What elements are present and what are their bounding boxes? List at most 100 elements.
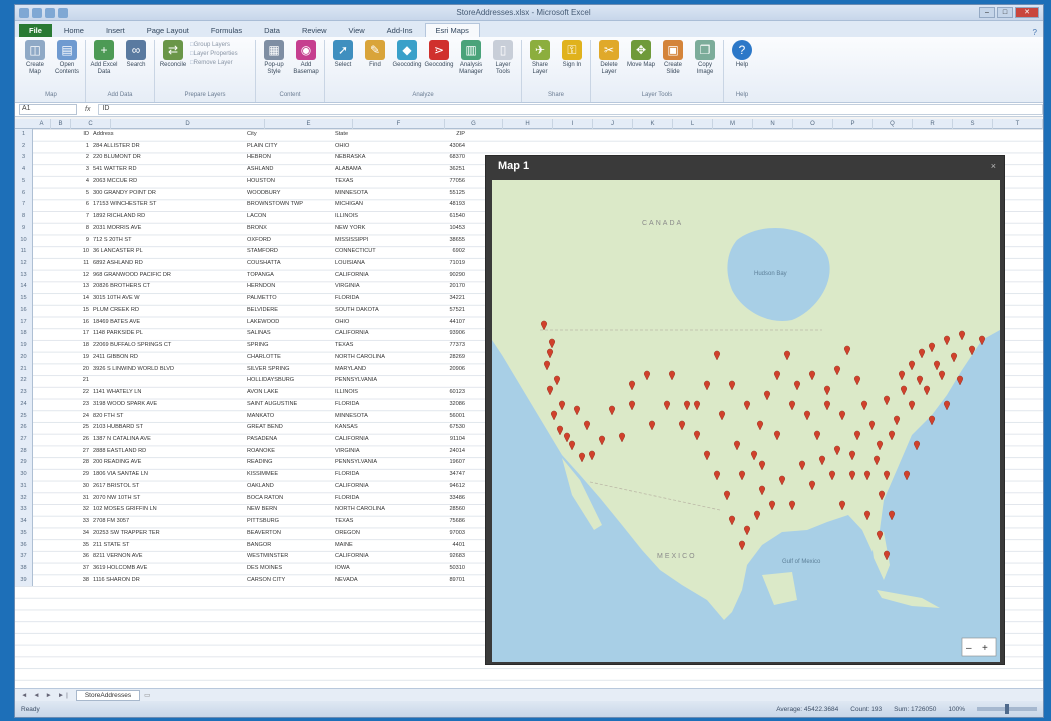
cell[interactable]: 28: [53, 457, 91, 469]
cell[interactable]: 2708 FM 3057: [93, 516, 243, 528]
cell[interactable]: 97003: [427, 528, 465, 540]
table-row[interactable]: 25 24 820 FTH ST MANKATO MINNESOTA 56001: [15, 410, 485, 423]
search-button[interactable]: ∞ Search: [121, 40, 151, 92]
cell[interactable]: 68370: [427, 152, 465, 164]
cell[interactable]: 43064: [427, 141, 465, 153]
cell[interactable]: FLORIDA: [335, 399, 425, 411]
cell[interactable]: GREAT BEND: [247, 422, 333, 434]
row-number[interactable]: 5: [15, 175, 33, 188]
table-row[interactable]: 29 28 200 READING AVE READING PENNSYLVANIA 19…: [15, 457, 485, 470]
table-row[interactable]: 2 1 284 ALLISTER DR PLAIN CITY OHIO 43064: [15, 140, 485, 153]
table-row[interactable]: 8 7 1892 RICHLAND RD LACON ILLINOIS 61540: [15, 211, 485, 223]
formula-input[interactable]: ID: [98, 104, 1043, 115]
cell[interactable]: 211 STATE ST: [93, 540, 243, 552]
cell[interactable]: 21: [53, 375, 91, 387]
row-number[interactable]: 28: [15, 445, 33, 458]
cell[interactable]: VIRGINIA: [335, 446, 425, 458]
cell[interactable]: 31: [53, 493, 91, 505]
table-row[interactable]: 31 30 2617 BRISTOL ST OAKLAND CALIFORNIA 9461…: [15, 480, 485, 493]
cell[interactable]: SAINT AUGUSTINE: [247, 399, 333, 411]
cell[interactable]: MINNESOTA: [335, 411, 425, 423]
cell[interactable]: KISSIMMEE: [247, 469, 333, 481]
row-number[interactable]: 31: [15, 480, 33, 493]
cell[interactable]: 9: [53, 235, 91, 247]
table-row[interactable]: 27 26 1387 N CATALINA AVE PASADENA CALIFORNI…: [15, 433, 485, 446]
cell[interactable]: PLUM CREEK RD: [93, 305, 243, 317]
table-row[interactable]: 7 6 17153 WINCHESTER ST BROWNSTOWN TWP MICHI…: [15, 199, 485, 212]
table-row[interactable]: 23 22 1141 WHATELY LN AVON LAKE ILLINOIS 6012…: [15, 387, 485, 399]
tab-esri-maps[interactable]: Esri Maps: [424, 23, 480, 37]
column-header-g[interactable]: G: [445, 119, 503, 129]
cell[interactable]: 93906: [427, 328, 465, 340]
cell[interactable]: IOWA: [335, 563, 425, 575]
cell[interactable]: 61540: [427, 211, 465, 223]
row-number[interactable]: 23: [15, 387, 33, 399]
table-row[interactable]: 13 12 968 GRANWOOD PACIFIC DR TOPANGA CALIFO…: [15, 269, 485, 282]
cell[interactable]: FLORIDA: [335, 469, 425, 481]
table-row[interactable]: 36 35 211 STATE ST BANGOR MAINE 4401: [15, 539, 485, 552]
group-layers-button[interactable]: Group Layers: [190, 42, 252, 48]
row-number[interactable]: 21: [15, 363, 33, 376]
cell[interactable]: HEBRON: [247, 152, 333, 164]
cell[interactable]: ILLINOIS: [335, 387, 425, 399]
table-row[interactable]: 34 33 2708 FM 3057 PITTSBURG TEXAS 75686: [15, 516, 485, 528]
cell[interactable]: 1892 RICHLAND RD: [93, 211, 243, 223]
cell[interactable]: 27: [53, 446, 91, 458]
cell[interactable]: FLORIDA: [335, 493, 425, 505]
cell[interactable]: CONNECTICUT: [335, 246, 425, 258]
row-number[interactable]: 20: [15, 351, 33, 364]
row-number[interactable]: 16: [15, 304, 33, 317]
cell[interactable]: MINNESOTA: [335, 188, 425, 200]
cell[interactable]: 6902: [427, 246, 465, 258]
row-number[interactable]: 33: [15, 504, 33, 517]
column-title[interactable]: City: [247, 129, 333, 141]
cell[interactable]: 1116 SHARON DR: [93, 575, 243, 587]
cell[interactable]: NORTH CAROLINA: [335, 352, 425, 364]
table-row[interactable]: 33 32 102 MOSES GRIFFIN LN NEW BERN NORTH CA…: [15, 504, 485, 517]
row-number[interactable]: 32: [15, 492, 33, 505]
cell[interactable]: 2063 MCCUE RD: [93, 176, 243, 188]
column-header-j[interactable]: J: [593, 119, 633, 129]
cell[interactable]: WESTMINSTER: [247, 551, 333, 563]
column-header-m[interactable]: M: [713, 119, 753, 129]
table-row[interactable]: 17 16 18469 BATES AVE LAKEWOOD OHIO 44107: [15, 316, 485, 329]
row-number[interactable]: 25: [15, 410, 33, 423]
column-header-r[interactable]: R: [913, 119, 953, 129]
row-number[interactable]: 8: [15, 211, 33, 223]
row-number[interactable]: 15: [15, 293, 33, 305]
cell[interactable]: 712 S 20TH ST: [93, 235, 243, 247]
cell[interactable]: CARSON CITY: [247, 575, 333, 587]
cell[interactable]: 4401: [427, 540, 465, 552]
cell[interactable]: ROANOKE: [247, 446, 333, 458]
column-header-i[interactable]: I: [553, 119, 593, 129]
sheet-tab-active[interactable]: StoreAddresses: [75, 689, 141, 701]
cell[interactable]: CHARLOTTE: [247, 352, 333, 364]
table-row[interactable]: 26 25 2103 HUBBARD ST GREAT BEND KANSAS 67530: [15, 422, 485, 434]
cell[interactable]: 34: [53, 528, 91, 540]
cell[interactable]: 36251: [427, 164, 465, 176]
column-header-l[interactable]: L: [673, 119, 713, 129]
cell[interactable]: 20253 SW TRAPPER TER: [93, 528, 243, 540]
redo-icon[interactable]: [58, 7, 68, 18]
row-number[interactable]: 24: [15, 398, 33, 411]
cell[interactable]: 91104: [427, 434, 465, 446]
cell[interactable]: AVON LAKE: [247, 387, 333, 399]
row-number[interactable]: 34: [15, 516, 33, 528]
cell[interactable]: 7: [53, 211, 91, 223]
cell[interactable]: VIRGINIA: [335, 281, 425, 293]
table-row[interactable]: 37 36 8211 VERNON AVE WESTMINSTER CALIFORNIA…: [15, 551, 485, 563]
cell[interactable]: HOLLIDAYSBURG: [247, 375, 333, 387]
sheet-nav-arrows[interactable]: ◄ ◄ ► ►|: [21, 692, 70, 699]
cell[interactable]: 3198 WOOD SPARK AVE: [93, 399, 243, 411]
cell[interactable]: 24: [53, 411, 91, 423]
cell[interactable]: 11: [53, 258, 91, 270]
column-header-b[interactable]: B: [51, 119, 71, 129]
cell[interactable]: 48193: [427, 199, 465, 211]
cell[interactable]: 2617 BRISTOL ST: [93, 481, 243, 493]
close-button[interactable]: ✕: [1015, 7, 1039, 18]
create-slide-button[interactable]: ▣ Create Slide: [658, 40, 688, 92]
cell[interactable]: PITTSBURG: [247, 516, 333, 528]
column-header-k[interactable]: K: [633, 119, 673, 129]
tab-view[interactable]: View: [339, 24, 375, 37]
insert-sheet-icon[interactable]: ▭: [144, 691, 150, 699]
